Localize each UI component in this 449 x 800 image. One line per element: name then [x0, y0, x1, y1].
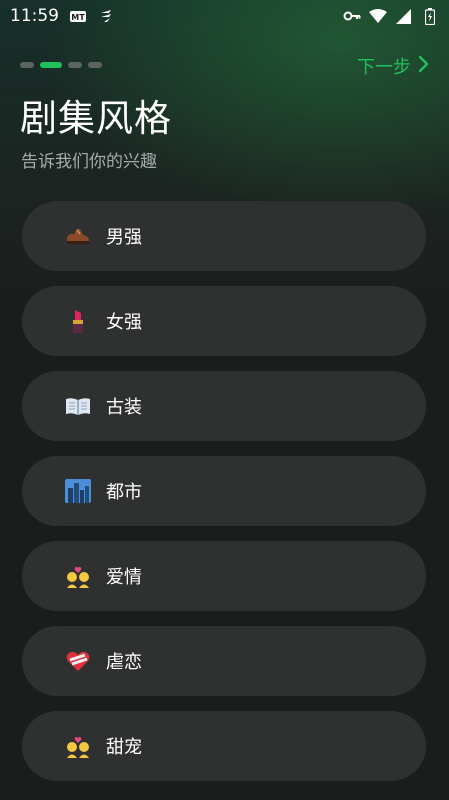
mended-heart-icon [64, 647, 92, 675]
notification-mt-icon: MT [69, 8, 87, 24]
option-guzhuang[interactable]: 古装 [22, 371, 426, 441]
genre-option-list: 男强 女强 古装 都市 爱情 虐恋 甜宠 [22, 201, 426, 781]
city-icon [64, 477, 92, 505]
option-nanqiang[interactable]: 男强 [22, 201, 426, 271]
option-dushi[interactable]: 都市 [22, 456, 426, 526]
option-label: 虐恋 [106, 652, 142, 673]
cellular-icon [395, 8, 413, 24]
onboarding-header: 下一步 [0, 52, 449, 82]
couple-heart-icon [64, 562, 92, 590]
chevron-right-icon [417, 55, 429, 78]
status-time: 11:59 [10, 6, 59, 26]
option-tianchong[interactable]: 甜宠 [22, 711, 426, 781]
vpn-key-icon [343, 8, 361, 24]
status-bar: 11:59 MT [0, 0, 449, 32]
page-subtitle: 告诉我们你的兴趣 [21, 152, 157, 172]
next-step-label: 下一步 [357, 57, 411, 78]
lipstick-icon [64, 307, 92, 335]
next-step-button[interactable]: 下一步 [357, 52, 429, 80]
progress-dot-active [40, 62, 62, 68]
progress-dot [68, 62, 82, 68]
option-label: 爱情 [106, 567, 142, 588]
progress-dot [88, 62, 102, 68]
progress-dot [20, 62, 34, 68]
signal-app-icon [97, 8, 115, 24]
option-label: 男强 [106, 227, 142, 248]
option-label: 女强 [106, 312, 142, 333]
option-nvqiang[interactable]: 女强 [22, 286, 426, 356]
shoe-icon [64, 222, 92, 250]
wifi-icon [369, 8, 387, 24]
option-aiqing[interactable]: 爱情 [22, 541, 426, 611]
svg-text:MT: MT [71, 13, 85, 22]
option-label: 甜宠 [106, 737, 142, 758]
book-icon [64, 392, 92, 420]
option-label: 古装 [106, 397, 142, 418]
battery-icon [421, 7, 439, 25]
option-label: 都市 [106, 482, 142, 503]
option-nuelian[interactable]: 虐恋 [22, 626, 426, 696]
page-title: 剧集风格 [20, 97, 172, 140]
progress-dots [20, 62, 102, 68]
couple-heart-icon [64, 732, 92, 760]
